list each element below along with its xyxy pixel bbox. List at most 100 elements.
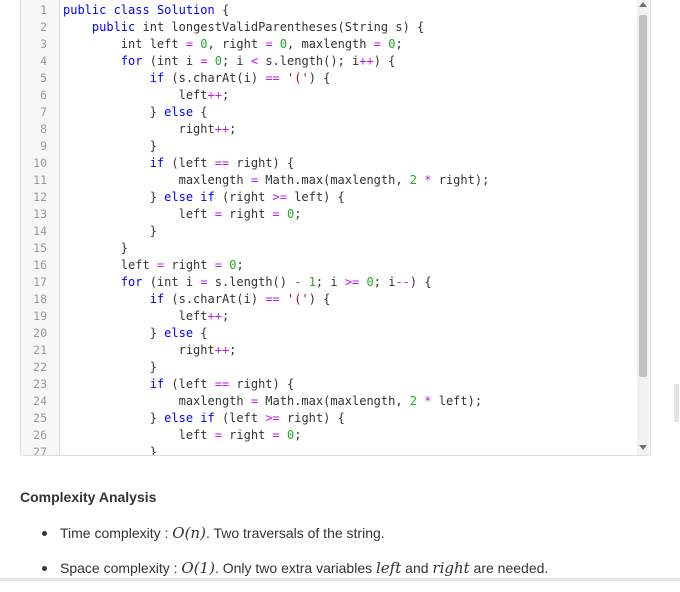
line-number: 21 <box>33 343 47 357</box>
line-number: 6 <box>40 88 47 102</box>
line-number: 20 <box>33 326 47 340</box>
code-text: } else if (left >= right) { <box>63 411 345 425</box>
line-number: 24 <box>33 394 47 408</box>
code-text: } <box>63 445 157 456</box>
code-text: } <box>63 224 157 238</box>
code-line: 21 right++; <box>21 342 636 359</box>
complexity-list: Time complexity : O(n). Two traversals o… <box>40 522 548 592</box>
code-text: } <box>63 241 129 255</box>
scroll-down-arrow-icon[interactable] <box>639 445 647 450</box>
space-complexity-text-before: . Only two extra variables <box>214 560 376 576</box>
line-number: 1 <box>40 3 47 17</box>
code-line: 13 left = right = 0; <box>21 206 636 223</box>
line-number: 11 <box>33 173 47 187</box>
line-number: 12 <box>33 190 47 204</box>
code-line: 5 if (s.charAt(i) == '(') { <box>21 70 636 87</box>
code-text: public class Solution { <box>63 3 230 17</box>
line-number: 22 <box>33 360 47 374</box>
space-complexity-math: O(1) <box>181 559 215 577</box>
code-line: 9 } <box>21 138 636 155</box>
space-complexity-text-after: are needed. <box>469 560 549 576</box>
line-number: 25 <box>33 411 47 425</box>
line-number: 23 <box>33 377 47 391</box>
line-number: 2 <box>40 20 47 34</box>
code-line: 24 maxlength = Math.max(maxlength, 2 * l… <box>21 393 636 410</box>
vertical-scrollbar[interactable] <box>637 0 649 455</box>
code-line: 11 maxlength = Math.max(maxlength, 2 * r… <box>21 172 636 189</box>
time-complexity-text: . Two traversals of the string. <box>205 525 385 541</box>
space-complexity-and: and <box>401 560 433 576</box>
time-complexity-math: O(n) <box>172 524 206 542</box>
code-line: 6 left++; <box>21 87 636 104</box>
code-line: 1 public class Solution { <box>21 2 636 19</box>
code-line: 12 } else if (right >= left) { <box>21 189 636 206</box>
line-number: 7 <box>40 105 47 119</box>
line-number: 27 <box>33 445 47 456</box>
scroll-up-arrow-icon[interactable] <box>639 2 647 7</box>
time-complexity-label: Time complexity : <box>60 525 173 541</box>
code-text: } else { <box>63 326 208 340</box>
code-text: if (left == right) { <box>149 156 295 170</box>
code-text: maxlength = Math.max(maxlength, 2 * left… <box>63 394 483 408</box>
line-number: 5 <box>40 71 47 85</box>
code-line: 15 } <box>21 240 636 257</box>
code-text: int left = 0, right = 0, maxlength = 0; <box>63 37 403 51</box>
code-line: 27 } <box>21 444 636 456</box>
line-number: 26 <box>33 428 47 442</box>
code-text: for (int i = 0; i < s.length(); i++) { <box>120 54 396 68</box>
code-line: 8 right++; <box>21 121 636 138</box>
space-complexity-item: Space complexity : O(1). Only two extra … <box>40 557 548 579</box>
code-text: left++; <box>63 88 230 102</box>
code-text: left = right = 0; <box>63 258 244 272</box>
complexity-analysis-heading: Complexity Analysis <box>20 489 157 505</box>
code-line: 3 int left = 0, right = 0, maxlength = 0… <box>21 36 636 53</box>
line-number: 13 <box>33 207 47 221</box>
code-line: 2 public int longestValidParentheses(Str… <box>21 19 636 36</box>
code-line: 18 if (s.charAt(i) == '(') { <box>21 291 636 308</box>
code-editor[interactable]: 1 public class Solution { 2 public int lon… <box>20 0 651 456</box>
code-line: 16 left = right = 0; <box>21 257 636 274</box>
line-number: 8 <box>40 122 47 136</box>
code-line: 17 for (int i = s.length() - 1; i >= 0; … <box>21 274 636 291</box>
code-text: } <box>63 360 157 374</box>
code-text: public int longestValidParentheses(Strin… <box>91 20 425 34</box>
line-number: 10 <box>33 156 47 170</box>
line-number: 18 <box>33 292 47 306</box>
code-text: for (int i = s.length() - 1; i >= 0; i--… <box>120 275 432 289</box>
line-number: 4 <box>40 54 47 68</box>
line-number: 15 <box>33 241 47 255</box>
code-line: 19 left++; <box>21 308 636 325</box>
code-lines: 1 public class Solution { 2 public int lon… <box>21 2 636 456</box>
line-number: 16 <box>33 258 47 272</box>
line-number: 3 <box>40 37 47 51</box>
code-line: 23 if (left == right) { <box>21 376 636 393</box>
code-line: 20 } else { <box>21 325 636 342</box>
code-line: 4 for (int i = 0; i < s.length(); i++) { <box>21 53 636 70</box>
code-text: left++; <box>63 309 230 323</box>
time-complexity-item: Time complexity : O(n). Two traversals o… <box>40 522 548 544</box>
variable-right: right <box>432 559 470 577</box>
line-number: 17 <box>33 275 47 289</box>
code-line: 26 left = right = 0; <box>21 427 636 444</box>
code-text: if (left == right) { <box>149 377 295 391</box>
code-text: } else if (right >= left) { <box>63 190 345 204</box>
line-number: 14 <box>33 224 47 238</box>
code-line: 7 } else { <box>21 104 636 121</box>
variable-left: left <box>376 559 402 577</box>
code-text: maxlength = Math.max(maxlength, 2 * righ… <box>63 173 490 187</box>
line-number: 19 <box>33 309 47 323</box>
code-text: right++; <box>63 122 237 136</box>
code-line: 25 } else if (left >= right) { <box>21 410 636 427</box>
code-text: } <box>63 139 157 153</box>
scrollbar-thumb[interactable] <box>639 15 647 377</box>
code-line: 14 } <box>21 223 636 240</box>
code-text: if (s.charAt(i) == '(') { <box>149 292 331 306</box>
code-line: 10 if (left == right) { <box>21 155 636 172</box>
code-text: left = right = 0; <box>63 428 302 442</box>
code-text: if (s.charAt(i) == '(') { <box>149 71 331 85</box>
code-text: } else { <box>63 105 208 119</box>
line-number: 9 <box>40 139 47 153</box>
code-text: right++; <box>63 343 237 357</box>
edge-handle <box>674 384 679 422</box>
code-text: left = right = 0; <box>63 207 302 221</box>
